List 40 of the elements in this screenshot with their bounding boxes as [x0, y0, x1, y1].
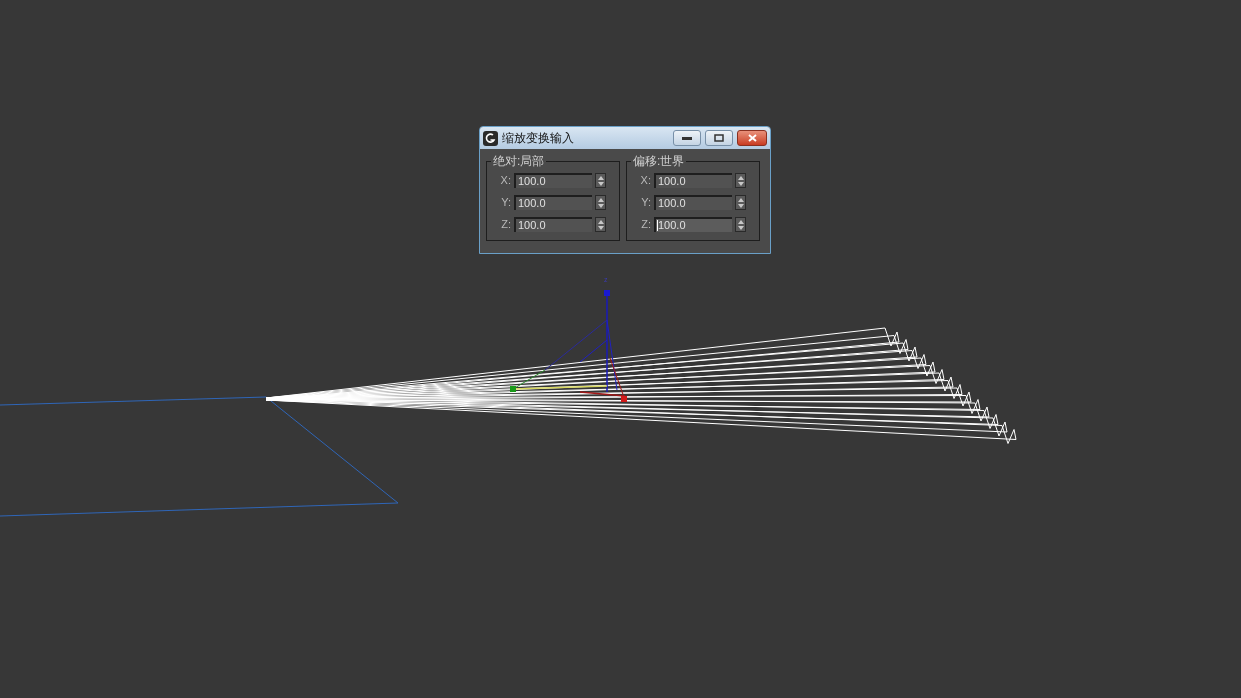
field-value: 100.0: [658, 198, 686, 209]
spinner-arrows-icon: [597, 175, 604, 186]
spinner-arrows-icon: [737, 219, 744, 230]
app-logo-icon: [483, 130, 498, 146]
maximize-button[interactable]: [705, 130, 733, 146]
field-value: 100.0: [518, 198, 546, 209]
close-icon: [747, 134, 757, 142]
axis-field-label: Z:: [640, 217, 651, 233]
axis-field-label: X:: [639, 173, 651, 189]
value-input-field[interactable]: 100.0: [654, 195, 732, 210]
axis-field-label: Y:: [640, 195, 651, 211]
value-input-field[interactable]: 100.0: [514, 195, 592, 210]
axis-field-label: X:: [499, 173, 511, 189]
spinner-button[interactable]: [735, 173, 746, 188]
spinner-arrows-icon: [597, 197, 604, 208]
window-title: 缩放变换输入: [502, 130, 575, 147]
field-value: 100.0: [658, 220, 686, 231]
spinner-arrows-icon: [597, 219, 604, 230]
maximize-icon: [714, 134, 724, 142]
field-value: 100.0: [518, 220, 546, 231]
field-value: 100.0: [518, 176, 546, 187]
minimize-button[interactable]: [673, 130, 701, 146]
group-title: 偏移:世界: [632, 153, 686, 170]
spinner-arrows-icon: [737, 197, 744, 208]
value-input-field[interactable]: 100.0: [514, 217, 592, 232]
spinner-arrows-icon: [737, 175, 744, 186]
spinner-button[interactable]: [595, 217, 606, 232]
axis-field-label: Y:: [500, 195, 511, 211]
value-input-field[interactable]: 100.0: [654, 217, 732, 232]
value-input-field[interactable]: 100.0: [514, 173, 592, 188]
spinner-button[interactable]: [595, 195, 606, 210]
minimize-icon: [682, 136, 692, 140]
spinner-button[interactable]: [735, 195, 746, 210]
group-title: 绝对:局部: [492, 153, 546, 170]
spinner-button[interactable]: [595, 173, 606, 188]
axis-field-label: Z:: [500, 217, 511, 233]
close-button[interactable]: [737, 130, 767, 146]
field-value: 100.0: [658, 176, 686, 187]
spinner-button[interactable]: [735, 217, 746, 232]
value-input-field[interactable]: 100.0: [654, 173, 732, 188]
